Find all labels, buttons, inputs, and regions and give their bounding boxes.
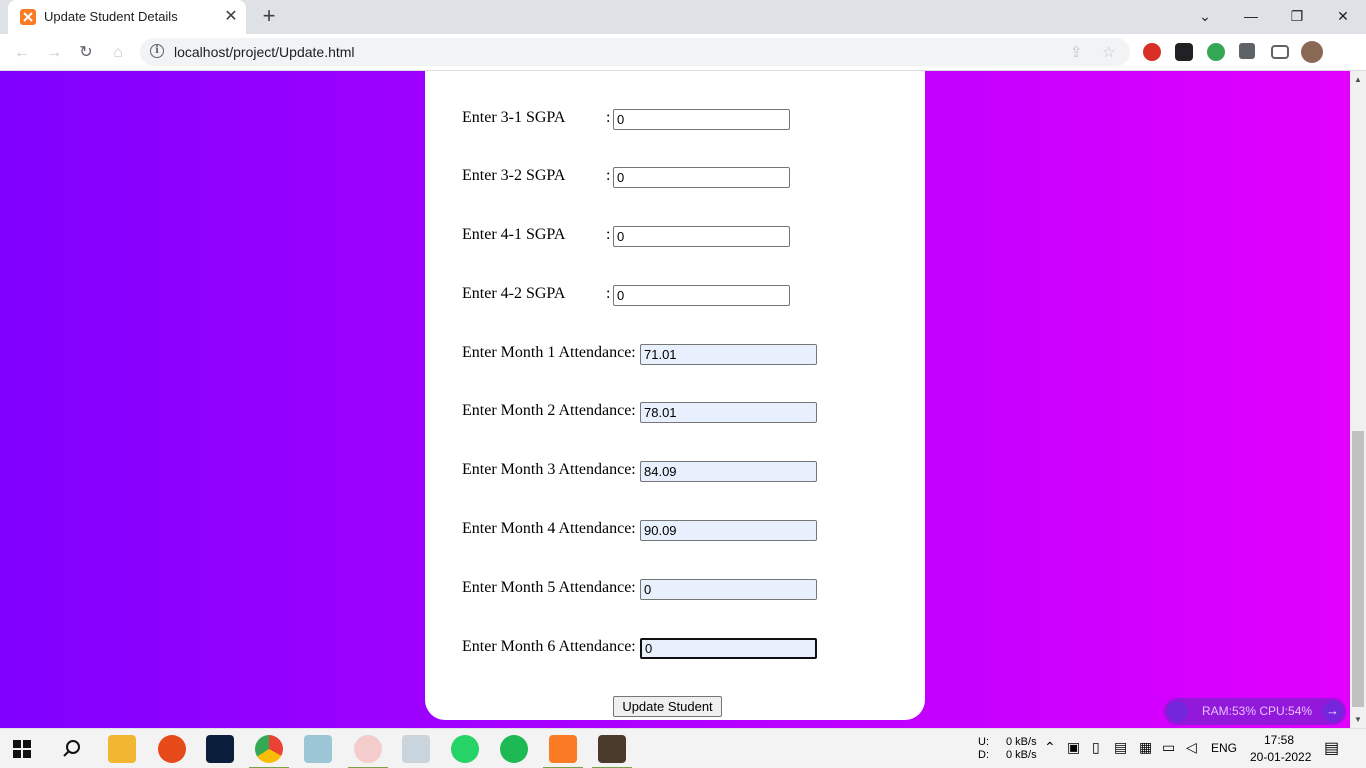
field-label: Enter Month 6 Attendance: (462, 638, 636, 655)
language-indicator[interactable]: ENG (1211, 741, 1237, 755)
browser-tab[interactable]: Update Student Details ✕ (8, 0, 246, 34)
field-label: Enter 3-2 SGPA (462, 167, 566, 184)
colon: : (606, 226, 611, 243)
field-label: Enter Month 1 Attendance: (462, 344, 636, 361)
battery-icon[interactable]: ▯ (1092, 739, 1100, 756)
form-card: Enter 3-1 SGPA : Enter 3-2 SGPA : Enter … (425, 71, 925, 720)
address-bar[interactable]: i localhost/project/Update.html ⇪ ☆ (140, 38, 1130, 66)
extension-m-icon[interactable] (1143, 43, 1161, 61)
field-label: Enter 4-2 SGPA (462, 285, 566, 302)
net-up-label: U: (978, 736, 989, 748)
scroll-down-icon[interactable]: ▼ (1354, 715, 1362, 724)
sgpa-4-1-input[interactable] (613, 226, 790, 247)
scrollbar-thumb[interactable] (1352, 431, 1364, 707)
performance-widget[interactable]: RAM:53% CPU:54% → (1164, 698, 1346, 725)
xampp-favicon-icon (20, 9, 36, 25)
month-6-attendance-input[interactable] (640, 638, 817, 659)
browser-tab-strip: Update Student Details ✕ + ⌄ — ❐ ✕ (0, 0, 1366, 34)
colon: : (606, 285, 611, 302)
sgpa-4-2-input[interactable] (613, 285, 790, 306)
spotify-icon[interactable] (500, 735, 528, 763)
browser-toolbar: ← → ↻ ⌂ i localhost/project/Update.html … (0, 34, 1366, 71)
chevron-up-icon[interactable]: ⌃ (1044, 739, 1056, 756)
share-icon[interactable]: ⇪ (1070, 43, 1083, 61)
month-2-attendance-input[interactable] (640, 402, 817, 423)
field-label: Enter 3-1 SGPA (462, 109, 566, 126)
photoshop-icon[interactable] (206, 735, 234, 763)
field-label: Enter 4-1 SGPA (462, 226, 566, 243)
restore-button[interactable]: ❐ (1274, 0, 1320, 34)
tab-search-icon[interactable]: ⌄ (1182, 0, 1228, 34)
extensions-puzzle-icon[interactable] (1239, 43, 1255, 59)
page-scrollbar[interactable]: ▲ ▼ (1350, 71, 1366, 728)
clock-time[interactable]: 17:58 (1264, 733, 1294, 747)
notifications-icon[interactable]: ▤ (1324, 738, 1339, 758)
tab-close-icon[interactable]: ✕ (222, 8, 240, 26)
colon: : (606, 167, 611, 184)
rocket-icon (1167, 701, 1188, 722)
arrow-right-icon[interactable]: → (1322, 701, 1343, 722)
search-icon[interactable] (58, 735, 86, 763)
field-label: Enter Month 5 Attendance: (462, 579, 636, 596)
sgpa-3-1-input[interactable] (613, 109, 790, 130)
home-icon[interactable]: ⌂ (104, 39, 132, 67)
tray-icon-2[interactable]: ▦ (1139, 739, 1152, 756)
new-tab-button[interactable]: + (255, 3, 283, 31)
file-explorer-icon[interactable] (108, 735, 136, 763)
month-4-attendance-input[interactable] (640, 520, 817, 541)
notes-app-icon[interactable] (304, 735, 332, 763)
sgpa-3-2-input[interactable] (613, 167, 790, 188)
sublime-text-icon[interactable] (592, 735, 632, 768)
page-viewport: Enter 3-1 SGPA : Enter 3-2 SGPA : Enter … (0, 71, 1350, 728)
bookmark-star-icon[interactable]: ☆ (1102, 43, 1115, 61)
chrome-icon[interactable] (249, 735, 289, 768)
cast-icon[interactable] (1271, 45, 1289, 59)
ram-cpu-text: RAM:53% CPU:54% (1202, 704, 1313, 718)
net-down-label: D: (978, 749, 989, 761)
extension-dark-icon[interactable] (1175, 43, 1193, 61)
snipping-tool-icon[interactable] (348, 735, 388, 768)
tray-icon-1[interactable]: ▣ (1067, 739, 1080, 756)
keyboard-icon[interactable]: ▤ (1114, 739, 1127, 756)
colon: : (606, 109, 611, 126)
volume-icon[interactable]: ◁ (1186, 739, 1197, 756)
field-label: Enter Month 4 Attendance: (462, 520, 636, 537)
scroll-up-icon[interactable]: ▲ (1354, 75, 1362, 84)
xampp-icon[interactable] (543, 735, 583, 768)
extension-globe-icon[interactable] (1207, 43, 1225, 61)
minimize-button[interactable]: — (1228, 0, 1274, 34)
tab-title: Update Student Details (44, 9, 178, 24)
net-up-value: 0 kB/s (1006, 736, 1037, 748)
forward-icon[interactable]: → (40, 39, 68, 67)
url-text: localhost/project/Update.html (174, 44, 355, 60)
record-app-icon[interactable] (158, 735, 186, 763)
month-1-attendance-input[interactable] (640, 344, 817, 365)
month-3-attendance-input[interactable] (640, 461, 817, 482)
windows-taskbar: U: 0 kB/s D: 0 kB/s ⌃ ▣ ▯ ▤ ▦ ▭ ◁ ENG 17… (0, 728, 1366, 768)
reload-icon[interactable]: ↻ (72, 39, 100, 67)
whatsapp-icon[interactable] (451, 735, 479, 763)
clock-date[interactable]: 20-01-2022 (1250, 750, 1311, 764)
month-5-attendance-input[interactable] (640, 579, 817, 600)
close-window-button[interactable]: ✕ (1320, 0, 1366, 34)
update-student-button[interactable]: Update Student (613, 696, 722, 717)
net-down-value: 0 kB/s (1006, 749, 1037, 761)
back-icon[interactable]: ← (8, 39, 36, 67)
image-viewer-icon[interactable] (402, 735, 430, 763)
profile-avatar[interactable] (1301, 41, 1323, 63)
windows-start-icon[interactable] (10, 737, 34, 761)
site-info-icon[interactable]: i (150, 44, 164, 58)
network-icon[interactable]: ▭ (1162, 739, 1175, 756)
field-label: Enter Month 2 Attendance: (462, 402, 636, 419)
field-label: Enter Month 3 Attendance: (462, 461, 636, 478)
